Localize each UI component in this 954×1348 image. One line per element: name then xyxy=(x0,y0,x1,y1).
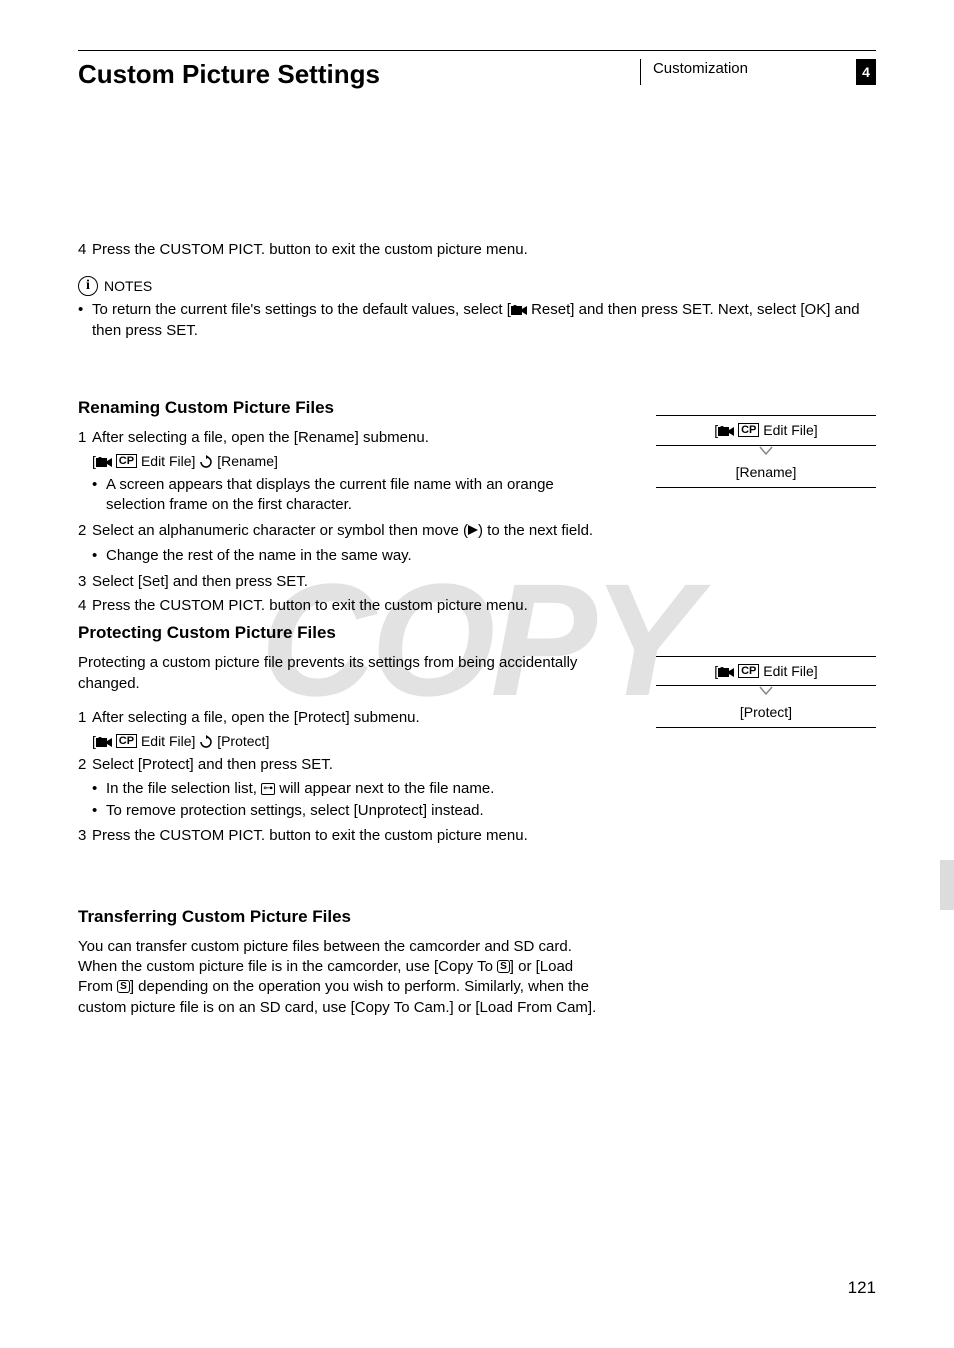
menu-row: [ CP Edit File] xyxy=(656,415,876,446)
menu-path: [ CP Edit File] [Protect] xyxy=(78,732,616,751)
side-tab xyxy=(940,860,954,910)
notes-label: NOTES xyxy=(104,277,152,296)
step-number: 3 xyxy=(78,572,92,592)
notes-block: i NOTES • To return the current file's s… xyxy=(78,276,876,341)
step-text: Select [Protect] and then press SET. xyxy=(92,755,616,775)
camera-icon xyxy=(511,304,527,316)
text: Edit File] xyxy=(759,422,817,438)
transfer-paragraph: You can transfer custom picture files be… xyxy=(78,937,608,1018)
sub-bullet: • In the file selection list, ⊶ will app… xyxy=(78,779,616,799)
play-icon xyxy=(468,525,478,535)
menu-panel-rename: [ CP Edit File] [Rename] xyxy=(656,415,876,488)
section-heading-rename: Renaming Custom Picture Files xyxy=(78,397,616,420)
camera-icon xyxy=(718,666,734,678)
step: 1 After selecting a file, open the [Rena… xyxy=(78,428,616,448)
sub-bullet: • To remove protection settings, select … xyxy=(78,801,616,821)
intro-paragraph: Protecting a custom picture file prevent… xyxy=(78,653,616,694)
sd-card-icon: S xyxy=(117,980,130,993)
header-category: Customization xyxy=(640,59,756,85)
step-number: 4 xyxy=(78,596,92,616)
info-icon: i xyxy=(78,276,98,296)
camera-icon xyxy=(96,736,112,748)
step-number: 2 xyxy=(78,755,92,775)
down-arrow-icon xyxy=(656,686,876,698)
camera-icon xyxy=(96,456,112,468)
text: will appear next to the file name. xyxy=(275,780,494,797)
step-number: 3 xyxy=(78,826,92,846)
down-arrow-icon xyxy=(656,446,876,458)
text: [Rename] xyxy=(213,453,278,469)
step-text: Press the CUSTOM PICT. button to exit th… xyxy=(92,240,592,260)
menu-path: [ CP Edit File] [Rename] xyxy=(78,452,616,471)
step-number: 2 xyxy=(78,521,92,541)
step-text: Select [Set] and then press SET. xyxy=(92,572,616,592)
step-text: After selecting a file, open the [Protec… xyxy=(92,708,616,728)
page-number: 121 xyxy=(848,1278,876,1298)
text: Edit File] xyxy=(137,453,199,469)
lock-icon: ⊶ xyxy=(261,783,275,795)
step: 4 Press the CUSTOM PICT. button to exit … xyxy=(78,240,876,260)
step-text: After selecting a file, open the [Rename… xyxy=(92,428,616,448)
text: ) to the next field. xyxy=(478,522,593,539)
step-number: 1 xyxy=(78,708,92,728)
text: Select an alphanumeric character or symb… xyxy=(92,522,468,539)
step: 1 After selecting a file, open the [Prot… xyxy=(78,708,616,728)
step-number: 1 xyxy=(78,428,92,448)
cp-icon: CP xyxy=(738,423,759,437)
menu-row: [ CP Edit File] xyxy=(656,656,876,687)
notes-bullet: • To return the current file's settings … xyxy=(78,300,876,341)
step: 2 Select an alphanumeric character or sy… xyxy=(78,521,616,541)
text: To return the current file's settings to… xyxy=(92,301,511,318)
cp-icon: CP xyxy=(116,454,137,468)
text: Edit File] xyxy=(759,663,817,679)
cp-icon: CP xyxy=(738,664,759,678)
text: Change the rest of the name in the same … xyxy=(106,546,616,566)
text: Edit File] xyxy=(137,733,199,749)
step-text: Press the CUSTOM PICT. button to exit th… xyxy=(92,596,616,616)
step: 3 Press the CUSTOM PICT. button to exit … xyxy=(78,826,616,846)
cycle-icon xyxy=(199,735,213,749)
chapter-number-badge: 4 xyxy=(856,59,876,85)
step-number: 4 xyxy=(78,240,92,260)
text: A screen appears that displays the curre… xyxy=(106,475,616,516)
text: [Protect] xyxy=(213,733,269,749)
text: To remove protection settings, select [U… xyxy=(106,801,616,821)
page-header: Custom Picture Settings Customization 4 xyxy=(78,50,876,90)
page-title: Custom Picture Settings xyxy=(78,59,380,90)
sub-bullet: • Change the rest of the name in the sam… xyxy=(78,546,616,566)
menu-row: [Rename] xyxy=(656,458,876,488)
step-text: Press the CUSTOM PICT. button to exit th… xyxy=(92,826,592,846)
step-text: Select an alphanumeric character or symb… xyxy=(92,521,616,541)
camera-icon xyxy=(718,425,734,437)
text: In the file selection list, xyxy=(106,780,261,797)
sd-card-icon: S xyxy=(497,960,510,973)
text: ] depending on the operation you wish to… xyxy=(78,978,596,1015)
step: 2 Select [Protect] and then press SET. xyxy=(78,755,616,775)
cycle-icon xyxy=(199,455,213,469)
step: 3 Select [Set] and then press SET. xyxy=(78,572,616,592)
section-heading-transfer: Transferring Custom Picture Files xyxy=(78,906,876,929)
sub-bullet: • A screen appears that displays the cur… xyxy=(78,475,616,516)
menu-panel-protect: [ CP Edit File] [Protect] xyxy=(656,656,876,729)
section-heading-protect: Protecting Custom Picture Files xyxy=(78,622,616,645)
menu-row: [Protect] xyxy=(656,698,876,728)
step: 4 Press the CUSTOM PICT. button to exit … xyxy=(78,596,616,616)
cp-icon: CP xyxy=(116,734,137,748)
